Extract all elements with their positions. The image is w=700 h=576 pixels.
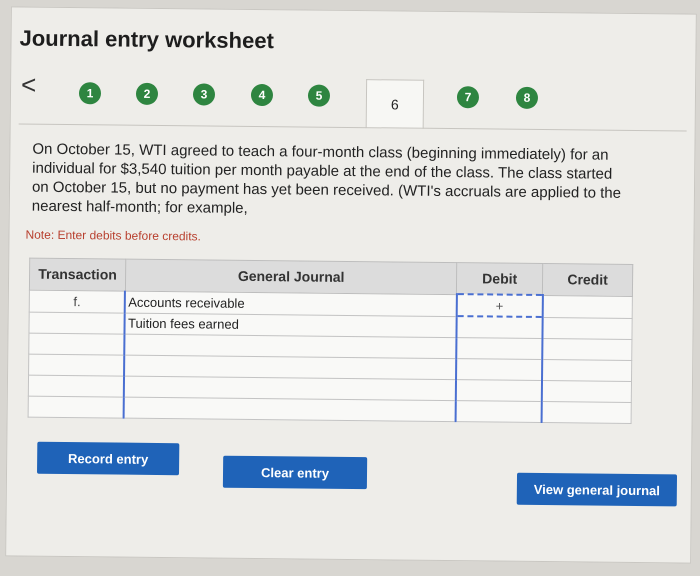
credit-input[interactable] xyxy=(541,401,632,424)
step-2-button[interactable]: 2 xyxy=(135,82,159,105)
journal-table: Transaction General Journal Debit Credit… xyxy=(28,258,634,424)
step-1-button[interactable]: 1 xyxy=(78,82,102,105)
transaction-cell xyxy=(28,354,125,377)
debit-input[interactable] xyxy=(455,379,542,402)
step-3-button[interactable]: 3 xyxy=(192,83,216,106)
credit-input[interactable] xyxy=(542,317,633,340)
debit-input[interactable]: + xyxy=(456,294,543,318)
transaction-cell xyxy=(28,375,125,398)
plus-icon: + xyxy=(495,298,504,314)
step-5-button[interactable]: 5 xyxy=(307,84,331,107)
credit-input[interactable] xyxy=(542,295,633,318)
clear-entry-button[interactable]: Clear entry xyxy=(222,455,368,490)
view-general-journal-button[interactable]: View general journal xyxy=(516,472,678,507)
transaction-cell xyxy=(28,333,125,356)
transaction-cell xyxy=(28,396,125,419)
debit-input[interactable] xyxy=(455,400,542,423)
prev-step-icon[interactable]: < xyxy=(21,70,37,101)
step-8-button[interactable]: 8 xyxy=(515,86,539,109)
page-title: Journal entry worksheet xyxy=(19,25,274,54)
step-7-button[interactable]: 7 xyxy=(456,86,480,109)
note-text: Note: Enter debits before credits. xyxy=(25,227,202,244)
content-divider xyxy=(18,123,687,132)
worksheet-panel: Journal entry worksheet < 1 2 3 4 5 6 7 … xyxy=(5,6,697,564)
general-journal-header: General Journal xyxy=(125,259,457,295)
step-6-tab[interactable]: 6 xyxy=(365,79,425,129)
credit-header: Credit xyxy=(542,263,633,296)
step-4-button[interactable]: 4 xyxy=(250,83,274,107)
debit-header: Debit xyxy=(456,262,543,296)
transaction-cell xyxy=(28,311,126,335)
debit-input[interactable] xyxy=(456,316,543,339)
credit-input[interactable] xyxy=(541,338,632,361)
debit-input[interactable] xyxy=(455,337,543,360)
credit-input[interactable] xyxy=(541,380,632,403)
account-input[interactable] xyxy=(124,397,456,422)
credit-input[interactable] xyxy=(541,359,632,382)
record-entry-button[interactable]: Record entry xyxy=(37,441,180,476)
question-text: On October 15, WTI agreed to teach a fou… xyxy=(31,140,622,217)
debit-input[interactable] xyxy=(455,358,542,381)
transaction-cell: f. xyxy=(29,289,126,313)
transaction-header: Transaction xyxy=(29,258,126,291)
